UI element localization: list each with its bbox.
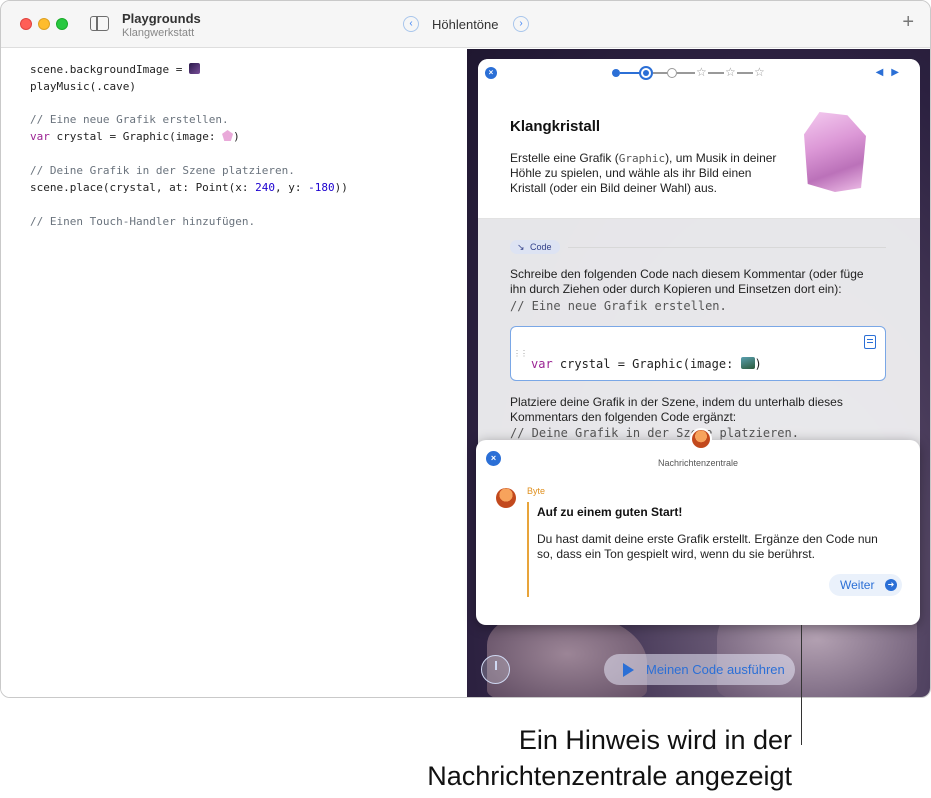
progress-step-done[interactable] [612,69,620,77]
code-snippet[interactable]: var crystal = Graphic(image: ) [531,357,762,371]
speedometer-icon[interactable] [481,655,510,684]
progress-connector [677,72,695,74]
code-text: crystal = Graphic(image: [49,130,223,143]
app-title: Playgrounds [122,11,201,26]
code-text: scene.place(crystal, at: Point(x: [30,181,256,194]
byte-avatar [496,488,516,508]
sender-name: Byte [527,486,546,496]
close-guide-icon[interactable]: × [485,67,497,79]
sidebar-toggle-icon[interactable] [90,16,109,31]
guide-description: Erstelle eine Grafik (Graphic), um Musik… [510,151,780,196]
message-headline: Auf zu einem guten Start! [537,505,683,519]
weiter-label: Weiter [840,578,875,592]
progress-connector [708,72,724,74]
code-text: crystal = Graphic(image: [552,357,741,371]
arrow-right-icon: ➜ [885,579,897,591]
comment-snippet: // Deine Grafik in der Szene platzieren. [510,426,799,440]
page-arrows-icon[interactable]: ◀▶ [876,67,907,78]
code-line[interactable]: var crystal = Graphic(image: ) [30,130,240,143]
code-snippet-box[interactable]: ⋮⋮ var crystal = Graphic(image: ) [510,326,886,381]
inline-code: Graphic [618,152,666,165]
callout-line [801,625,802,745]
star-icon[interactable]: ☆ [754,64,765,80]
code-text: )) [334,181,348,194]
copy-icon[interactable] [864,335,876,349]
progress-connector [620,72,640,74]
chevron-left-icon[interactable]: ‹ [403,16,419,32]
crystal-thumbnail-icon[interactable] [222,130,234,141]
close-window-button[interactable] [20,18,32,30]
add-icon[interactable]: + [902,12,914,32]
chevron-right-icon[interactable]: › [513,16,529,32]
code-keyword: var [531,357,553,371]
zoom-window-button[interactable] [56,18,68,30]
message-accent-bar [527,502,529,597]
code-number: -180 [308,181,335,194]
message-body: Du hast damit deine erste Grafik erstell… [537,532,878,561]
title-bar: Playgrounds Klangwerkstatt ‹ Höhlentöne … [1,1,930,48]
code-tag-badge: Code [510,240,560,254]
progress-connector [737,72,753,74]
code-text: ) [233,130,240,143]
run-code-button[interactable]: Meinen Code ausführen [604,654,795,685]
notification-center-popover: × Nachrichtenzentrale Byte Auf zu einem … [476,428,920,625]
star-icon[interactable]: ☆ [725,64,736,80]
code-line[interactable]: scene.place(crystal, at: Point(x: 240, y… [30,181,348,194]
drag-handle-icon[interactable]: ⋮⋮ [513,349,528,358]
code-editor[interactable]: scene.backgroundImage = playMusic(.cave)… [1,49,466,697]
guide-title: Klangkristall [510,118,601,135]
code-comment[interactable]: // Einen Touch-Handler hinzufügen. [30,215,255,228]
image-thumbnail-icon[interactable] [740,357,755,369]
code-line[interactable]: scene.backgroundImage = [30,63,200,76]
divider [568,247,886,248]
callout-line-1: Ein Hinweis wird in der [518,725,792,755]
comment-snippet: // Eine neue Grafik erstellen. [510,299,727,313]
notification-title: Nachrichtenzentrale [657,458,739,468]
code-number: 240 [255,181,276,194]
progress-step-current[interactable] [639,66,653,80]
instruction-text: Platziere deine Grafik in der Szene, ind… [510,395,843,424]
code-keyword: var [30,130,50,143]
text: Erstelle eine Grafik ( [510,151,619,165]
instruction-text: Schreibe den folgenden Code nach diesem … [510,267,864,296]
background-image-thumbnail-icon[interactable] [188,63,200,74]
progress-connector [653,72,667,74]
callout-caption: Ein Hinweis wird in der Nachrichtenzentr… [427,722,792,794]
code-text: , y: [275,181,309,194]
progress-step[interactable] [667,68,677,78]
app-subtitle: Klangwerkstatt [122,27,195,39]
code-comment[interactable]: // Eine neue Grafik erstellen. [30,113,229,126]
weiter-button[interactable]: Weiter ➜ [829,574,902,596]
byte-avatar[interactable] [690,428,712,450]
code-comment[interactable]: // Deine Grafik in der Szene platzieren. [30,164,295,177]
page-title: Höhlentöne [432,17,499,32]
run-code-label: Meinen Code ausführen [646,662,785,677]
minimize-window-button[interactable] [38,18,50,30]
play-icon [623,663,634,677]
star-icon[interactable]: ☆ [696,64,707,80]
code-text: ) [754,357,762,371]
progress-indicator: ☆ ☆ ☆ [610,65,770,81]
code-text: scene.backgroundImage = [30,63,189,76]
code-line[interactable]: playMusic(.cave) [30,80,136,93]
callout-line-2: Nachrichtenzentrale angezeigt [427,761,792,791]
